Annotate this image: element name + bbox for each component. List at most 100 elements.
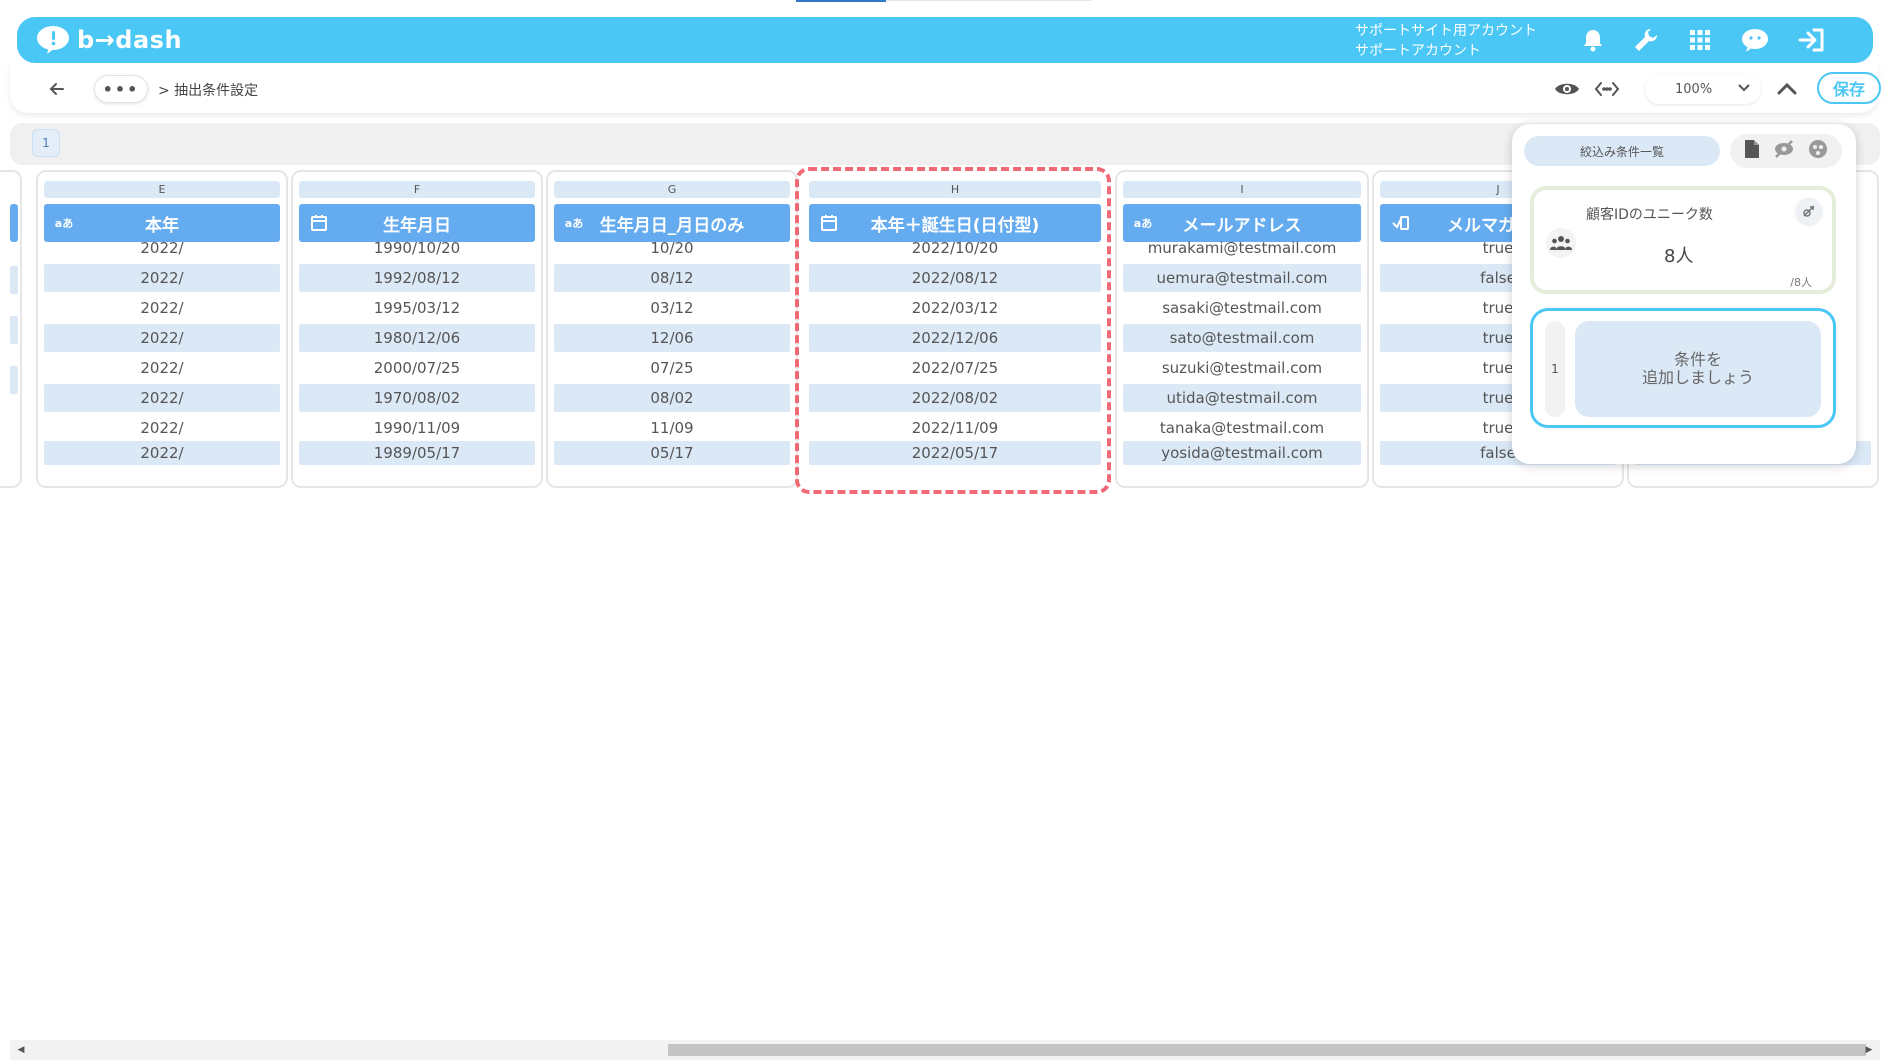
- column-letter: E: [44, 181, 280, 198]
- scroll-right-icon[interactable]: ▶: [1864, 1044, 1874, 1056]
- table-cell[interactable]: 11/09: [554, 414, 790, 442]
- table-cell[interactable]: tanaka@testmail.com: [1123, 414, 1361, 442]
- chevron-down-icon: [1737, 82, 1751, 97]
- table-cell[interactable]: suzuki@testmail.com: [1123, 354, 1361, 382]
- table-cell[interactable]: 2022/: [44, 441, 280, 465]
- breadcrumb: > 抽出条件設定: [158, 83, 259, 99]
- table-cell[interactable]: 2022/11/09: [809, 414, 1101, 442]
- support-chat-icon[interactable]: [1740, 25, 1770, 55]
- table-cell[interactable]: 1989/05/17: [299, 441, 535, 465]
- table-cell[interactable]: 2022/: [44, 384, 280, 412]
- table-cell[interactable]: 1970/08/02: [299, 384, 535, 412]
- table-cell[interactable]: 2022/: [44, 234, 280, 262]
- condition-number: 1: [1545, 321, 1565, 417]
- table-cell[interactable]: 2022/10/20: [809, 234, 1101, 262]
- table-cell[interactable]: utida@testmail.com: [1123, 384, 1361, 412]
- column-g[interactable]: Gaあ 生年月日_月日のみ 10/20 08/12 03/12 12/06 07/25 08/…: [546, 170, 798, 488]
- table-cell[interactable]: 2022/: [44, 354, 280, 382]
- table-cell[interactable]: 2022/: [44, 324, 280, 352]
- scrollbar-thumb[interactable]: [668, 1044, 1866, 1056]
- unique-count-total: /8人: [1790, 276, 1812, 289]
- logout-icon[interactable]: [1797, 25, 1827, 55]
- table-cell[interactable]: murakami@testmail.com: [1123, 234, 1361, 262]
- column-letter: F: [299, 181, 535, 198]
- add-condition-line2: 追加しましょう: [1641, 368, 1754, 387]
- table-cell[interactable]: 2022/12/06: [809, 324, 1101, 352]
- column-e[interactable]: Eaあ 本年 2022/2022/2022/2022/2022/2022/2022/…: [36, 170, 288, 488]
- toolbar: ••• > 抽出条件設定 100% 保存: [10, 63, 1881, 113]
- tab-strip-line: [886, 0, 1092, 1]
- wrench-icon[interactable]: [1631, 25, 1661, 55]
- text-type-icon: aあ: [1133, 217, 1153, 230]
- account-line2: サポートアカウント: [1355, 43, 1481, 59]
- add-condition-line1: 条件を: [1673, 350, 1722, 369]
- hide-icon[interactable]: [1773, 139, 1795, 163]
- table-cell[interactable]: 10/20: [554, 234, 790, 262]
- column-title: 本年＋誕生日(日付型): [870, 215, 1040, 236]
- column-title: 生年月日: [383, 215, 451, 236]
- table-cell[interactable]: 07/25: [554, 354, 790, 382]
- table-cell[interactable]: 2022/: [44, 294, 280, 322]
- unique-count-card: 顧客IDのユニーク数 8人 /8人: [1530, 186, 1836, 294]
- table-cell[interactable]: 05/17: [554, 441, 790, 465]
- column-partial-header: [10, 204, 18, 242]
- table-cell[interactable]: 2022/08/02: [809, 384, 1101, 412]
- bdash-logo[interactable]: b→dash: [35, 23, 182, 57]
- table-cell[interactable]: sato@testmail.com: [1123, 324, 1361, 352]
- eye-icon[interactable]: [1554, 77, 1580, 101]
- zoom-value: 100%: [1675, 81, 1713, 97]
- code-arrows-icon[interactable]: [1594, 77, 1620, 101]
- column-h[interactable]: H 本年＋誕生日(日付型) 2022/10/20 2022/08/12 2022/03/…: [801, 170, 1109, 488]
- settings-circle-icon[interactable]: [1808, 139, 1828, 163]
- calendar-icon: [819, 214, 839, 232]
- table-cell[interactable]: 2000/07/25: [299, 354, 535, 382]
- apps-grid-icon[interactable]: [1685, 25, 1715, 55]
- table-cell[interactable]: 1990/10/20: [299, 234, 535, 262]
- bell-icon[interactable]: [1578, 25, 1608, 55]
- table-cell: [10, 366, 18, 394]
- unique-count-value: 8人: [1664, 246, 1694, 267]
- filter-panel: 絞込み条件一覧 顧客IDのユニーク数 8人 /8人 1 条件を 追加しましょう: [1512, 124, 1856, 464]
- table-cell[interactable]: 1990/11/09: [299, 414, 535, 442]
- table-cell[interactable]: 1995/03/12: [299, 294, 535, 322]
- column-letter: G: [554, 181, 790, 198]
- table-cell[interactable]: uemura@testmail.com: [1123, 264, 1361, 292]
- table-cell[interactable]: 12/06: [554, 324, 790, 352]
- arrow-left-icon[interactable]: [46, 78, 68, 100]
- calendar-icon: [309, 214, 329, 232]
- table-cell[interactable]: 08/02: [554, 384, 790, 412]
- chevron-up-icon[interactable]: [1774, 77, 1800, 101]
- table-cell[interactable]: 2022/07/25: [809, 354, 1101, 382]
- logo-mark-icon: [35, 25, 73, 55]
- table-cell[interactable]: 2022/: [44, 414, 280, 442]
- table-cell[interactable]: yosida@testmail.com: [1123, 441, 1361, 465]
- zoom-select[interactable]: 100%: [1645, 74, 1761, 104]
- table-cell[interactable]: 2022/08/12: [809, 264, 1101, 292]
- table-cell[interactable]: 2022/03/12: [809, 294, 1101, 322]
- table-cell[interactable]: 03/12: [554, 294, 790, 322]
- table-cell[interactable]: 08/12: [554, 264, 790, 292]
- horizontal-scrollbar[interactable]: ◀ ▶: [10, 1040, 1880, 1060]
- table-cell: [10, 316, 18, 344]
- column-i[interactable]: Iaあ メールアドレス murakami@testmail.com uemura@te…: [1115, 170, 1369, 488]
- account-line1: サポートサイト用アカウント: [1355, 23, 1537, 39]
- table-cell[interactable]: 2022/: [44, 264, 280, 292]
- no-link-icon[interactable]: [1796, 198, 1822, 224]
- table-cell[interactable]: 1992/08/12: [299, 264, 535, 292]
- table-cell[interactable]: sasaki@testmail.com: [1123, 294, 1361, 322]
- more-button[interactable]: •••: [94, 75, 148, 103]
- boolean-type-icon: [1390, 214, 1410, 232]
- account-info[interactable]: サポートサイト用アカウント サポートアカウント: [1355, 21, 1537, 61]
- filter-list-title[interactable]: 絞込み条件一覧: [1524, 136, 1720, 166]
- page-tab-1[interactable]: 1: [32, 129, 60, 157]
- add-condition-button[interactable]: 条件を 追加しましょう: [1575, 321, 1821, 417]
- table-cell[interactable]: 1980/12/06: [299, 324, 535, 352]
- save-button[interactable]: 保存: [1817, 72, 1881, 104]
- document-icon[interactable]: [1744, 139, 1760, 163]
- column-partial-left: [0, 170, 22, 488]
- table-cell[interactable]: 2022/05/17: [809, 441, 1101, 465]
- scroll-left-icon[interactable]: ◀: [16, 1044, 26, 1056]
- text-type-icon: aあ: [564, 217, 584, 230]
- app-header: b→dash サポートサイト用アカウント サポートアカウント: [17, 17, 1873, 63]
- column-f[interactable]: F 生年月日 1990/10/20 1992/08/12 1995/03/12 1980/…: [291, 170, 543, 488]
